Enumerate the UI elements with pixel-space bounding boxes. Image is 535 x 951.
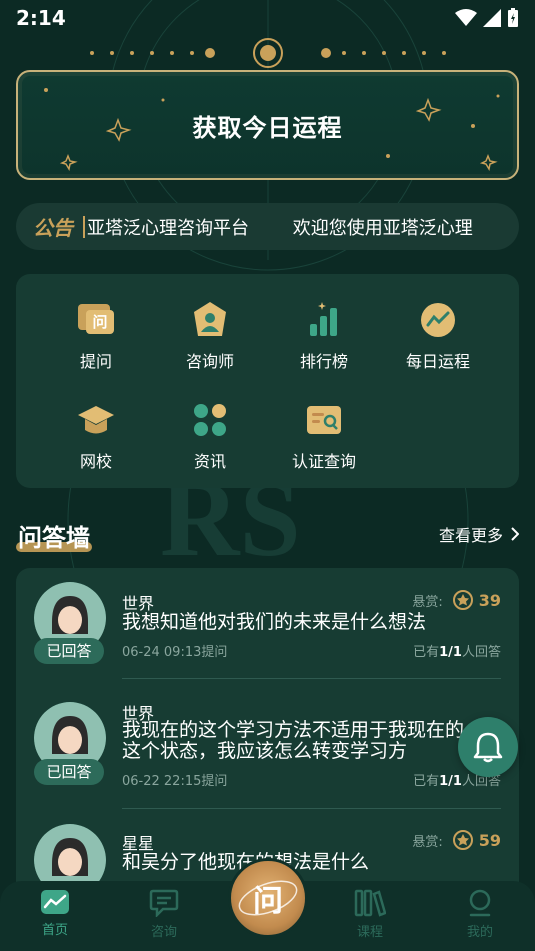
menu-item-certificate-query[interactable]: 认证查询	[269, 400, 379, 480]
nav-label-courses: 课程	[356, 925, 383, 940]
nav-profile[interactable]: 我的	[440, 889, 520, 945]
counselor-icon	[194, 302, 226, 336]
menu-label-online-school: 网校	[79, 452, 112, 471]
menu-item-news[interactable]: 资讯	[155, 400, 265, 480]
chat-icon	[149, 889, 179, 917]
menu-item-ranking[interactable]: 排行榜	[269, 300, 379, 380]
menu-item-ask[interactable]: 问 提问	[41, 300, 151, 380]
daily-fortune-icon	[421, 303, 455, 337]
signal-icon	[483, 9, 501, 27]
moon-phase-decoration	[90, 38, 446, 68]
graduation-cap-icon	[78, 406, 114, 434]
clover-icon	[194, 404, 226, 436]
answered-badge: 已回答	[34, 759, 104, 785]
announcement-text: 亚塔泛心理咨询平台 欢迎您使用亚塔泛心理	[87, 214, 492, 240]
qa-time: 06-24 09:13提问	[122, 645, 228, 660]
qa-item[interactable]: 已回答 世界 我现在的这个学习方法不适用于我现在的这个状态，我应该怎么转变学习方…	[16, 688, 519, 808]
view-more-label: 查看更多	[438, 526, 503, 545]
menu-label-daily-fortune: 每日运程	[405, 352, 470, 371]
status-icons	[455, 8, 519, 28]
qa-answer-count: 已有1/1人回答	[413, 645, 501, 660]
ask-question-center-button[interactable]: 问	[228, 858, 308, 938]
nav-label-profile: 我的	[466, 925, 493, 940]
menu-label-counselor: 咨询师	[185, 352, 234, 371]
menu-label-ask: 提问	[79, 352, 112, 371]
wifi-icon	[455, 9, 477, 26]
nav-home[interactable]: 首页	[15, 889, 95, 945]
reward: 悬赏: 39	[412, 590, 501, 610]
announcement-divider	[83, 215, 85, 238]
reward-label: 悬赏:	[412, 594, 443, 610]
battery-icon	[508, 8, 518, 27]
reward-value: 39	[478, 590, 501, 610]
announcement-bar[interactable]: 公告 亚塔泛心理咨询平台 欢迎您使用亚塔泛心理	[16, 203, 519, 250]
coin-icon	[452, 830, 473, 850]
ask-center-label: 问	[253, 884, 283, 919]
nav-courses[interactable]: 课程	[330, 889, 410, 945]
status-time: 2:14	[16, 6, 66, 30]
view-more-button[interactable]: 查看更多	[439, 522, 519, 546]
star-decoration	[44, 88, 500, 172]
menu-item-daily-fortune[interactable]: 每日运程	[383, 300, 493, 380]
svg-text:问: 问	[92, 313, 107, 331]
qa-question: 我现在的这个学习方法不适用于我现在的这个状态，我应该怎么转变学习方	[122, 719, 465, 762]
ranking-icon	[310, 302, 337, 336]
menu-item-counselor[interactable]: 咨询师	[155, 300, 265, 380]
notification-bell-button[interactable]	[458, 717, 518, 777]
qa-wall-header: 问答墙 查看更多	[16, 512, 519, 556]
chevron-right-icon	[511, 527, 519, 541]
qa-item[interactable]: 已回答 世界 悬赏: 39 我想知道他对我们的未来是什么想法 06-24 09:…	[16, 568, 519, 688]
daily-fortune-button[interactable]: 获取今日运程	[16, 70, 519, 180]
bell-icon	[473, 732, 503, 763]
coin-icon	[452, 590, 473, 610]
nav-label-home: 首页	[41, 923, 68, 938]
profile-icon	[469, 889, 491, 917]
function-menu: 问 提问 咨询师 排行榜 每日运程 网校 资讯 认证查询	[16, 274, 519, 488]
certificate-search-icon	[307, 406, 341, 434]
menu-label-ranking: 排行榜	[299, 352, 348, 371]
announcement-text-2: 欢迎您使用亚塔泛心理	[292, 217, 473, 239]
announcement-tag: 公告	[33, 216, 73, 240]
nav-label-consult: 咨询	[150, 925, 177, 940]
home-chart-icon	[41, 890, 69, 914]
answered-badge: 已回答	[34, 638, 104, 664]
qa-divider	[122, 678, 501, 679]
question-chat-icon: 问	[78, 304, 114, 334]
reward-label: 悬赏:	[412, 834, 443, 850]
qa-question: 我想知道他对我们的未来是什么想法	[122, 611, 427, 633]
qa-wall-title: 问答墙	[18, 524, 90, 552]
reward-value: 59	[478, 830, 501, 850]
menu-label-news: 资讯	[193, 452, 226, 471]
qa-time: 06-22 22:15提问	[122, 774, 228, 789]
announcement-text-1: 亚塔泛心理咨询平台	[87, 217, 249, 239]
nav-consult[interactable]: 咨询	[124, 889, 204, 945]
menu-item-online-school[interactable]: 网校	[41, 400, 151, 480]
reward: 悬赏: 59	[412, 830, 501, 850]
status-bar: 2:14	[0, 0, 535, 36]
menu-label-certificate-query: 认证查询	[291, 452, 356, 471]
books-icon	[354, 889, 386, 917]
